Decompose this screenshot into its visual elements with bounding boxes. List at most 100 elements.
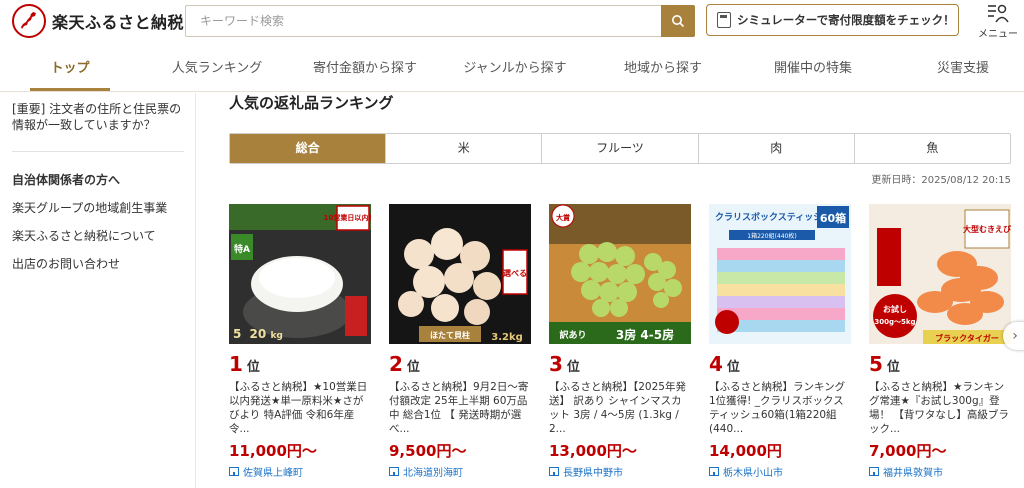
simulator-button[interactable]: シミュレーターで寄付限度額をチェック！ [706,4,959,36]
product-region: 佐賀県上峰町 [243,468,303,479]
nav-by-region[interactable]: 地域から探す [615,50,711,91]
rice-badge-text: 特A [234,243,250,255]
menu-label: メニュー [978,29,1018,40]
sidebar-link-about[interactable]: 楽天ふるさと納税について [12,227,156,244]
municipality-icon [549,467,559,476]
search-bar [185,5,695,37]
product-region-link[interactable]: 北海道別海町 [389,464,463,479]
product-card[interactable]: 選べる ほたて貝柱 3.2kg 2位 【ふるさと納税】9月2日〜寄付額改定 25… [389,204,531,488]
menu-user-icon [988,4,1009,23]
rice-weight-min: 5 [233,327,241,341]
grape-count-text: 3房 4-5房 [616,327,674,342]
nav-by-genre[interactable]: ジャンルから探す [455,50,575,91]
rice-weight-unit: kg [270,331,282,341]
search-icon [672,15,685,28]
product-price: 14,000円 [709,442,782,460]
updated-timestamp: 更新日時：2025/08/12 20:15 [871,175,1011,186]
shrimp-type-text: ブラックタイガー [935,333,999,343]
shrimp-trial-text: お試し [883,304,907,314]
shrimp-weight-text: 300g〜5kg [874,318,915,326]
rank-suffix: 位 [886,360,900,375]
rice-weight-max: 20 [250,327,267,341]
product-description[interactable]: 【ふるさと納税】9月2日〜寄付額改定 25年上半期 60万品中 総合1位 【 発… [389,380,531,436]
product-price: 7,000円〜 [869,442,947,460]
nav-by-amount[interactable]: 寄付金額から探す [305,50,425,91]
nav-ranking[interactable]: 人気ランキング [160,50,274,91]
tab-fruit[interactable]: フルーツ [542,134,699,163]
product-card[interactable]: 大型むきえび お試し 300g〜5kg ブラックタイガー 5位 【ふるさと納税】… [869,204,1011,488]
tissue-sub: 1箱220組(440枚) [747,232,796,240]
rank-label: 4位 [709,352,740,376]
calculator-icon [717,12,731,28]
rank-number: 5 [869,352,883,376]
rank-label: 1位 [229,352,260,376]
site-header: 楽天ふるさと納税 シミュレーターで寄付限度額をチェック！ メニュー [0,0,1024,44]
sidebar-link-contact[interactable]: 出店のお問い合わせ [12,255,120,272]
rice-banner-text: 10営業日以内発送 [324,213,371,222]
product-description[interactable]: 【ふるさと納税】ランキング1位獲得! _クラリスボックスティッシュ60箱(1箱2… [709,380,851,436]
tab-overall[interactable]: 総合 [230,134,387,163]
rank-suffix: 位 [406,360,420,375]
nav-disaster-support[interactable]: 災害支援 [925,50,1001,91]
product-region-link[interactable]: 長野県中野市 [549,464,623,479]
product-region-link[interactable]: 栃木県小山市 [709,464,783,479]
rank-suffix: 位 [566,360,580,375]
tab-rice[interactable]: 米 [386,134,543,163]
ranking-title: 人気の返礼品ランキング [229,94,394,112]
product-image-tissue: クラリスボックスティッシュ 60箱 1箱220組(440枚) [709,204,851,344]
rank-number: 2 [389,352,403,376]
product-description[interactable]: 【ふるさと納税】★10営業日以内発送★単一原料米★さがびより 特A評価 令和6年… [229,380,371,436]
product-card[interactable]: クラリスボックスティッシュ 60箱 1箱220組(440枚) 4位 【ふるさと納… [709,204,851,488]
product-description[interactable]: 【ふるさと納税】★ランキング常連★『お試し300g』登場！ 【背ワタなし】高級ブ… [869,380,1011,436]
grape-wakeari-text: 訳あり [559,329,586,341]
scallop-weight: 3.2kg [491,332,523,343]
product-region: 栃木県小山市 [723,468,783,479]
product-description[interactable]: 【ふるさと納税】【2025年発送】 訳あり シャインマスカット 3房 / 4〜5… [549,380,691,436]
product-card[interactable]: 10営業日以内発送 特A 5 20 kg 1位 【ふるさと納税】★10営業日以内… [229,204,371,488]
municipality-icon [229,467,239,476]
rank-suffix: 位 [726,360,740,375]
sidebar-link-regional[interactable]: 楽天グループの地域創生事業 [12,199,167,216]
sidebar-divider [12,151,184,152]
municipality-icon [709,467,719,476]
nav-top[interactable]: トップ [30,50,110,91]
sidebar: [重要] 注文者の住所と住民票の情報が一致していますか？ 自治体関係者の方へ 楽… [0,93,196,488]
nav-features[interactable]: 開催中の特集 [765,50,861,91]
scallop-select-text: 選べる [503,268,527,278]
municipality-icon [389,467,399,476]
grape-award-text: 大賞 [556,213,570,222]
rank-label: 3位 [549,352,580,376]
rank-number: 4 [709,352,723,376]
product-image-shrimp: 大型むきえび お試し 300g〜5kg ブラックタイガー [869,204,1011,344]
chevron-right-icon: › [1012,328,1018,344]
product-image-grapes: 大賞 訳あり 3房 4-5房 [549,204,691,344]
product-price: 11,000円〜 [229,442,317,460]
product-price: 13,000円〜 [549,442,637,460]
ranking-tabs: 総合 米 フルーツ 肉 魚 [229,133,1011,164]
municipality-icon [869,467,879,476]
site-logo[interactable]: 楽天ふるさと納税 [12,4,184,38]
tissue-count: 60箱 [820,211,846,225]
product-region: 福井県敦賀市 [883,468,943,479]
product-region-link[interactable]: 佐賀県上峰町 [229,464,303,479]
product-card[interactable]: 大賞 訳あり 3房 4-5房 3位 【ふるさと納税】【2025年発送】 訳あり … [549,204,691,488]
product-price: 9,500円〜 [389,442,467,460]
main-nav: トップ 人気ランキング 寄付金額から探す ジャンルから探す 地域から探す 開催中… [0,50,1024,92]
sidebar-heading: 自治体関係者の方へ [12,173,121,187]
product-region-link[interactable]: 福井県敦賀市 [869,464,943,479]
search-button[interactable] [661,5,695,37]
carousel-next-button[interactable]: › [1003,322,1024,350]
scallop-label: ほたて貝柱 [430,330,470,340]
address-notice-link[interactable]: [重要] 注文者の住所と住民票の情報が一致していますか？ [12,101,184,133]
search-input[interactable] [186,6,660,36]
simulator-button-label: シミュレーターで寄付限度額をチェック！ [737,13,955,27]
tab-meat[interactable]: 肉 [699,134,855,163]
japan-map-icon [12,4,46,38]
menu-button[interactable]: メニュー [978,2,1018,40]
rank-number: 3 [549,352,563,376]
product-region: 長野県中野市 [563,468,623,479]
site-name: 楽天ふるさと納税 [52,13,185,32]
tab-fish[interactable]: 魚 [855,134,1010,163]
tissue-headline: クラリスボックスティッシュ [715,211,831,223]
product-image-scallops: 選べる ほたて貝柱 3.2kg [389,204,531,344]
